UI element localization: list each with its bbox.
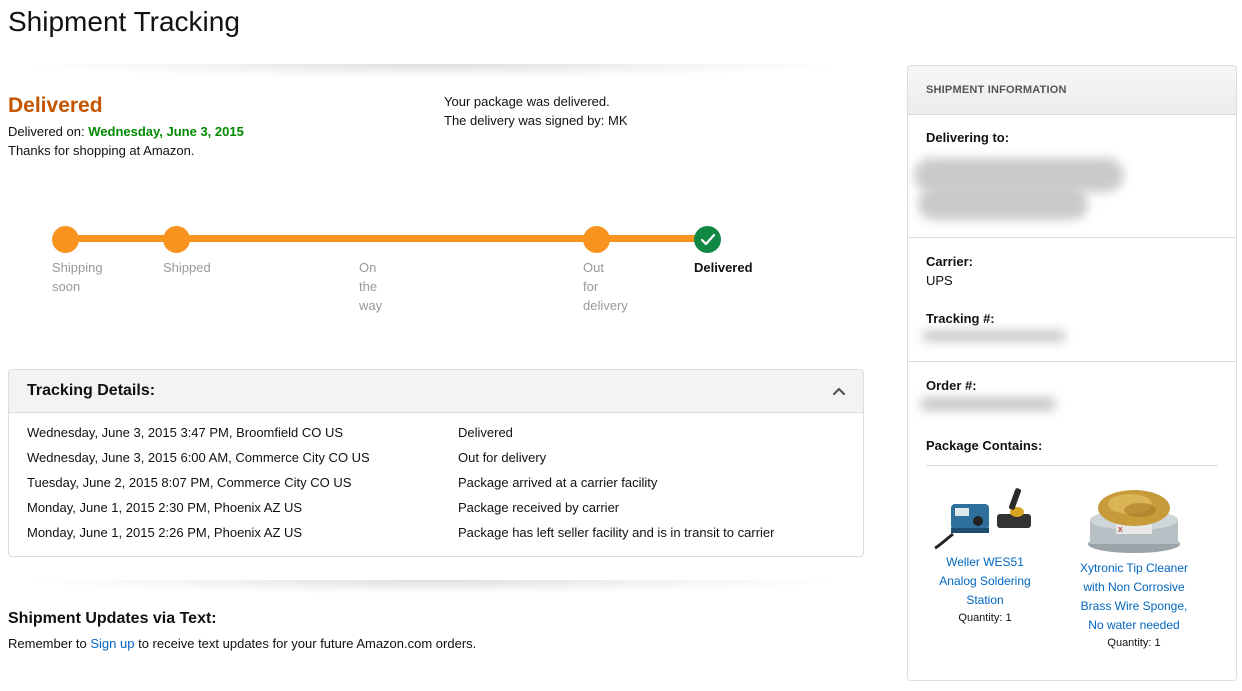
carrier-value: UPS <box>926 273 953 288</box>
section-divider <box>30 580 840 594</box>
tracking-event-row: Tuesday, June 2, 2015 8:07 PM, Commerce … <box>27 475 847 500</box>
progress-dot-out-for-delivery <box>583 226 610 253</box>
progress-dot-shipped <box>163 226 190 253</box>
shipment-information-title: SHIPMENT INFORMATION <box>926 84 1067 96</box>
product-item: X Xytronic Tip Cleaner with Non Corrosiv… <box>1074 480 1194 649</box>
tracking-events-list: Wednesday, June 3, 2015 3:47 PM, Broomfi… <box>27 425 847 550</box>
tracking-event-row: Monday, June 1, 2015 2:26 PM, Phoenix AZ… <box>27 525 847 550</box>
redacted-tracking-number <box>922 330 1066 342</box>
event-date-location: Monday, June 1, 2015 2:26 PM, Phoenix AZ… <box>27 525 303 540</box>
event-date-location: Wednesday, June 3, 2015 6:00 AM, Commerc… <box>27 450 370 465</box>
section-divider <box>30 64 840 78</box>
thanks-message: Thanks for shopping at Amazon. <box>8 143 195 158</box>
delivery-status-heading: Delivered <box>8 94 103 117</box>
product-quantity: Quantity: 1 <box>1107 637 1161 649</box>
tracking-number-label: Tracking #: <box>926 311 995 326</box>
tracking-details-header[interactable]: Tracking Details: <box>9 370 863 413</box>
tracking-details-panel: Tracking Details: Wednesday, June 3, 201… <box>8 369 864 557</box>
chevron-up-icon[interactable] <box>831 383 847 399</box>
text-updates-message: Remember to Sign up to receive text upda… <box>8 636 476 651</box>
order-number-label: Order #: <box>926 378 977 393</box>
text-updates-title: Shipment Updates via Text: <box>8 610 217 627</box>
text-updates-suffix: to receive text updates for your future … <box>138 636 477 651</box>
event-status: Delivered <box>458 425 513 440</box>
event-date-location: Monday, June 1, 2015 2:30 PM, Phoenix AZ… <box>27 500 303 515</box>
shipment-information-header: SHIPMENT INFORMATION <box>908 66 1236 115</box>
product-name-link[interactable]: Weller WES51 Analog Soldering Station <box>930 553 1040 610</box>
event-date-location: Tuesday, June 2, 2015 8:07 PM, Commerce … <box>27 475 352 490</box>
package-contains-label: Package Contains: <box>926 438 1043 453</box>
step-label-out-for-delivery: Out for delivery <box>583 260 628 313</box>
event-status: Package arrived at a carrier facility <box>458 475 658 490</box>
product-name-link[interactable]: Xytronic Tip Cleaner with Non Corrosive … <box>1074 559 1194 635</box>
redacted-order-number <box>920 397 1056 411</box>
svg-text:X: X <box>1118 527 1123 534</box>
step-label-shipped: Shipped <box>163 260 211 275</box>
event-date-location: Wednesday, June 3, 2015 3:47 PM, Broomfi… <box>27 425 344 440</box>
step-label-delivered: Delivered <box>694 260 753 275</box>
delivered-on-line: Delivered on: Wednesday, June 3, 2015 <box>8 124 244 139</box>
tracking-details-title: Tracking Details: <box>27 382 156 399</box>
progress-dot-shipping-soon <box>52 226 79 253</box>
page-title: Shipment Tracking <box>8 6 240 37</box>
step-label-shipping-soon: Shipping soon <box>52 260 103 294</box>
text-updates-prefix: Remember to <box>8 636 87 651</box>
separator <box>926 465 1218 466</box>
checkmark-icon <box>700 233 715 245</box>
tracking-event-row: Wednesday, June 3, 2015 3:47 PM, Broomfi… <box>27 425 847 450</box>
progress-dot-delivered <box>694 226 721 253</box>
sign-up-link[interactable]: Sign up <box>90 636 134 651</box>
signed-by-message: The delivery was signed by: MK <box>444 113 628 128</box>
product-item: Weller WES51 Analog Soldering Station Qu… <box>930 478 1040 624</box>
event-status: Package received by carrier <box>458 500 620 515</box>
tracking-event-row: Wednesday, June 3, 2015 6:00 AM, Commerc… <box>27 450 847 475</box>
shipment-information-panel: SHIPMENT INFORMATION Delivering to: Carr… <box>907 65 1237 681</box>
product-quantity: Quantity: 1 <box>958 612 1012 624</box>
separator <box>908 237 1236 238</box>
step-label-on-the-way: On the way <box>359 260 383 313</box>
event-status: Out for delivery <box>458 450 547 465</box>
delivering-to-label: Delivering to: <box>926 130 1010 145</box>
delivery-message: Your package was delivered. <box>444 94 610 109</box>
delivered-date: Wednesday, June 3, 2015 <box>88 124 244 139</box>
soldering-station-image[interactable] <box>933 478 1037 550</box>
delivered-on-label: Delivered on: <box>8 124 85 139</box>
carrier-label: Carrier: <box>926 254 973 269</box>
tip-cleaner-image[interactable]: X <box>1082 480 1186 556</box>
separator <box>908 361 1236 362</box>
tracking-event-row: Monday, June 1, 2015 2:30 PM, Phoenix AZ… <box>27 500 847 525</box>
event-status: Package has left seller facility and is … <box>458 525 775 540</box>
